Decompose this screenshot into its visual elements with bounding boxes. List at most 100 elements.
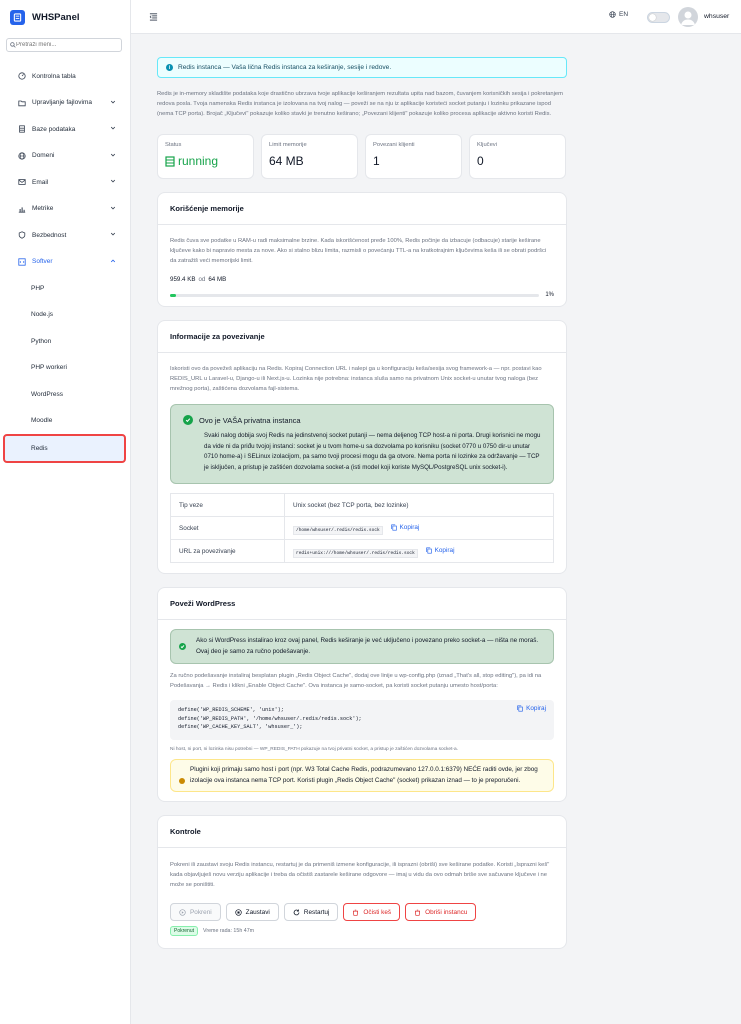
delete-instance-button[interactable]: Obriši instancu xyxy=(405,903,477,921)
table-key: URL za povezivanje xyxy=(170,539,285,563)
card-title: Kontrole xyxy=(158,816,566,848)
stat-value: running xyxy=(178,154,219,168)
sidebar-item-label: Email xyxy=(32,178,49,186)
copy-url-button[interactable]: Kopiraj xyxy=(425,547,455,554)
sidebar-item-metrics[interactable]: Metrike xyxy=(0,196,130,223)
avatar[interactable] xyxy=(678,7,698,27)
theme-toggle[interactable] xyxy=(647,12,670,23)
shield-icon xyxy=(17,231,26,240)
status-badge: Pokrenut xyxy=(170,926,199,936)
stat-keys: Ključevi 0 xyxy=(469,134,566,179)
wordpress-desc: Za ručno podešavanje instaliraj besplata… xyxy=(170,673,542,689)
private-instance-text: Svaki nalog dobija svoj Redis na jedinst… xyxy=(204,432,541,471)
flush-cache-button[interactable]: Očisti keš xyxy=(343,903,401,921)
toggle-knob xyxy=(649,14,656,21)
sidebar-item-email[interactable]: Email xyxy=(0,169,130,196)
sidebar-subitem-label: Python xyxy=(31,337,52,345)
stat-value-wrap: running xyxy=(165,154,246,168)
connection-card: Informacije za povezivanje Iskoristi ovo… xyxy=(157,320,567,574)
stat-label: Ključevi xyxy=(477,142,497,148)
memory-card: Korišćenje memorije Redis čuva sve podat… xyxy=(157,192,567,307)
card-title: Poveži WordPress xyxy=(158,588,566,620)
sidebar-subitem-label: Node.js xyxy=(31,311,54,319)
code-text: define('WP_REDIS_SCHEME', 'unix'); defin… xyxy=(178,707,362,730)
connection-url: redis+unix:///home/whsuser/.redis/redis.… xyxy=(293,548,418,558)
sidebar-subitem-php[interactable]: PHP xyxy=(0,275,130,302)
stat-status: Status running xyxy=(157,134,254,179)
table-value-cell: /home/whsuser/.redis/redis.sock Kopiraj xyxy=(284,516,554,540)
memory-used: 959.4 KB xyxy=(170,276,196,283)
memory-limit: 64 MB xyxy=(208,276,227,283)
start-button[interactable]: Pokreni xyxy=(170,903,221,921)
sidebar-subitem-label: Moodle xyxy=(31,417,53,425)
table-key: Tip veze xyxy=(170,493,285,517)
main-content: i Redis instanca — Vaša lična Redis inst… xyxy=(157,57,567,949)
card-title: Korišćenje memorije xyxy=(158,193,566,225)
sidebar-subitem-php-workers[interactable]: PHP workeri xyxy=(0,355,130,382)
folder-icon xyxy=(17,98,26,107)
sidebar-subitem-nodejs[interactable]: Node.js xyxy=(0,302,130,329)
stat-value: 64 MB xyxy=(269,154,304,168)
button-label: Očisti keš xyxy=(363,908,392,916)
sidebar-nav: Kontrolna tabla Upravljanje fajlovima Ba… xyxy=(0,63,130,463)
intro-text: Redis je in-memory skladište podataka ko… xyxy=(157,91,563,117)
progress-track xyxy=(170,293,540,297)
language-label: EN xyxy=(619,11,629,18)
gauge-icon xyxy=(17,72,26,81)
sidebar-subitem-redis[interactable]: Redis xyxy=(3,434,126,463)
info-icon: i xyxy=(166,64,173,71)
copy-code-button[interactable]: Kopiraj xyxy=(517,705,546,712)
sidebar-search[interactable] xyxy=(6,38,122,52)
check-circle-icon xyxy=(179,643,186,650)
connection-desc: Iskoristi ovo da povežeš aplikaciju na R… xyxy=(170,366,542,392)
uptime: Vreme rada: 15h 47m xyxy=(203,928,255,934)
stat-label: Status xyxy=(165,142,182,148)
globe-icon xyxy=(609,11,616,18)
brand[interactable]: WHSPanel xyxy=(0,1,130,33)
sidebar-subitem-moodle[interactable]: Moodle xyxy=(0,408,130,435)
chevron-down-icon xyxy=(110,206,116,209)
sidebar-item-domains[interactable]: Domeni xyxy=(0,143,130,170)
check-circle-icon xyxy=(183,415,193,425)
sidebar-item-databases[interactable]: Baze podataka xyxy=(0,116,130,143)
username[interactable]: whsuser xyxy=(704,13,729,20)
stat-label: Povezani klijenti xyxy=(373,142,415,148)
plugin-warning: Plugini koji primaju samo host i port (n… xyxy=(170,759,554,792)
plugin-warning-text: Plugini koji primaju samo host i port (n… xyxy=(190,766,538,784)
language-selector[interactable]: EN xyxy=(609,11,628,18)
progress-percent: 1% xyxy=(545,292,554,298)
collapse-sidebar-icon[interactable] xyxy=(149,12,158,21)
button-label: Pokreni xyxy=(190,908,212,916)
database-icon xyxy=(17,125,26,134)
memory-progress: 1% xyxy=(170,292,554,298)
stop-circle-icon xyxy=(235,908,242,916)
restart-button[interactable]: Restartuj xyxy=(283,903,339,921)
sidebar-search-input[interactable] xyxy=(16,40,116,50)
wordpress-card: Poveži WordPress Ako si WordPress instal… xyxy=(157,587,567,802)
memory-usage: 959.4 KB od 64 MB xyxy=(170,276,554,283)
private-instance-title: Ovo je VAŠA privatna instanca xyxy=(199,415,301,425)
sidebar-subitem-label: PHP workeri xyxy=(31,364,68,372)
sidebar-subitem-label: WordPress xyxy=(31,390,64,398)
copy-socket-button[interactable]: Kopiraj xyxy=(390,524,419,531)
sidebar-subitem-python[interactable]: Python xyxy=(0,328,130,355)
server-icon xyxy=(165,155,175,167)
refresh-icon xyxy=(293,909,300,915)
button-label: Obriši instancu xyxy=(425,908,468,916)
stats-row: Status running Limit memorije 64 MB Pove… xyxy=(157,134,567,179)
card-title: Informacije za povezivanje xyxy=(158,321,566,353)
stop-button[interactable]: Zaustavi xyxy=(225,903,279,921)
sidebar-subitem-wordpress[interactable]: WordPress xyxy=(0,381,130,408)
button-label: Restartuj xyxy=(303,908,330,916)
sidebar-item-label: Upravljanje fajlovima xyxy=(32,99,92,107)
sidebar-item-label: Baze podataka xyxy=(32,125,76,133)
connection-table: Tip veze Unix socket (bez TCP porta, bez… xyxy=(170,493,554,563)
warning-icon xyxy=(179,778,185,784)
sidebar-item-files[interactable]: Upravljanje fajlovima xyxy=(0,90,130,117)
sidebar-item-label: Softver xyxy=(32,258,53,266)
panel-logo-icon xyxy=(10,9,25,25)
sidebar-item-security[interactable]: Bezbednost xyxy=(0,222,130,249)
chevron-down-icon xyxy=(110,126,116,130)
sidebar-item-dashboard[interactable]: Kontrolna tabla xyxy=(0,63,130,90)
sidebar-item-software[interactable]: Softver xyxy=(0,249,130,276)
